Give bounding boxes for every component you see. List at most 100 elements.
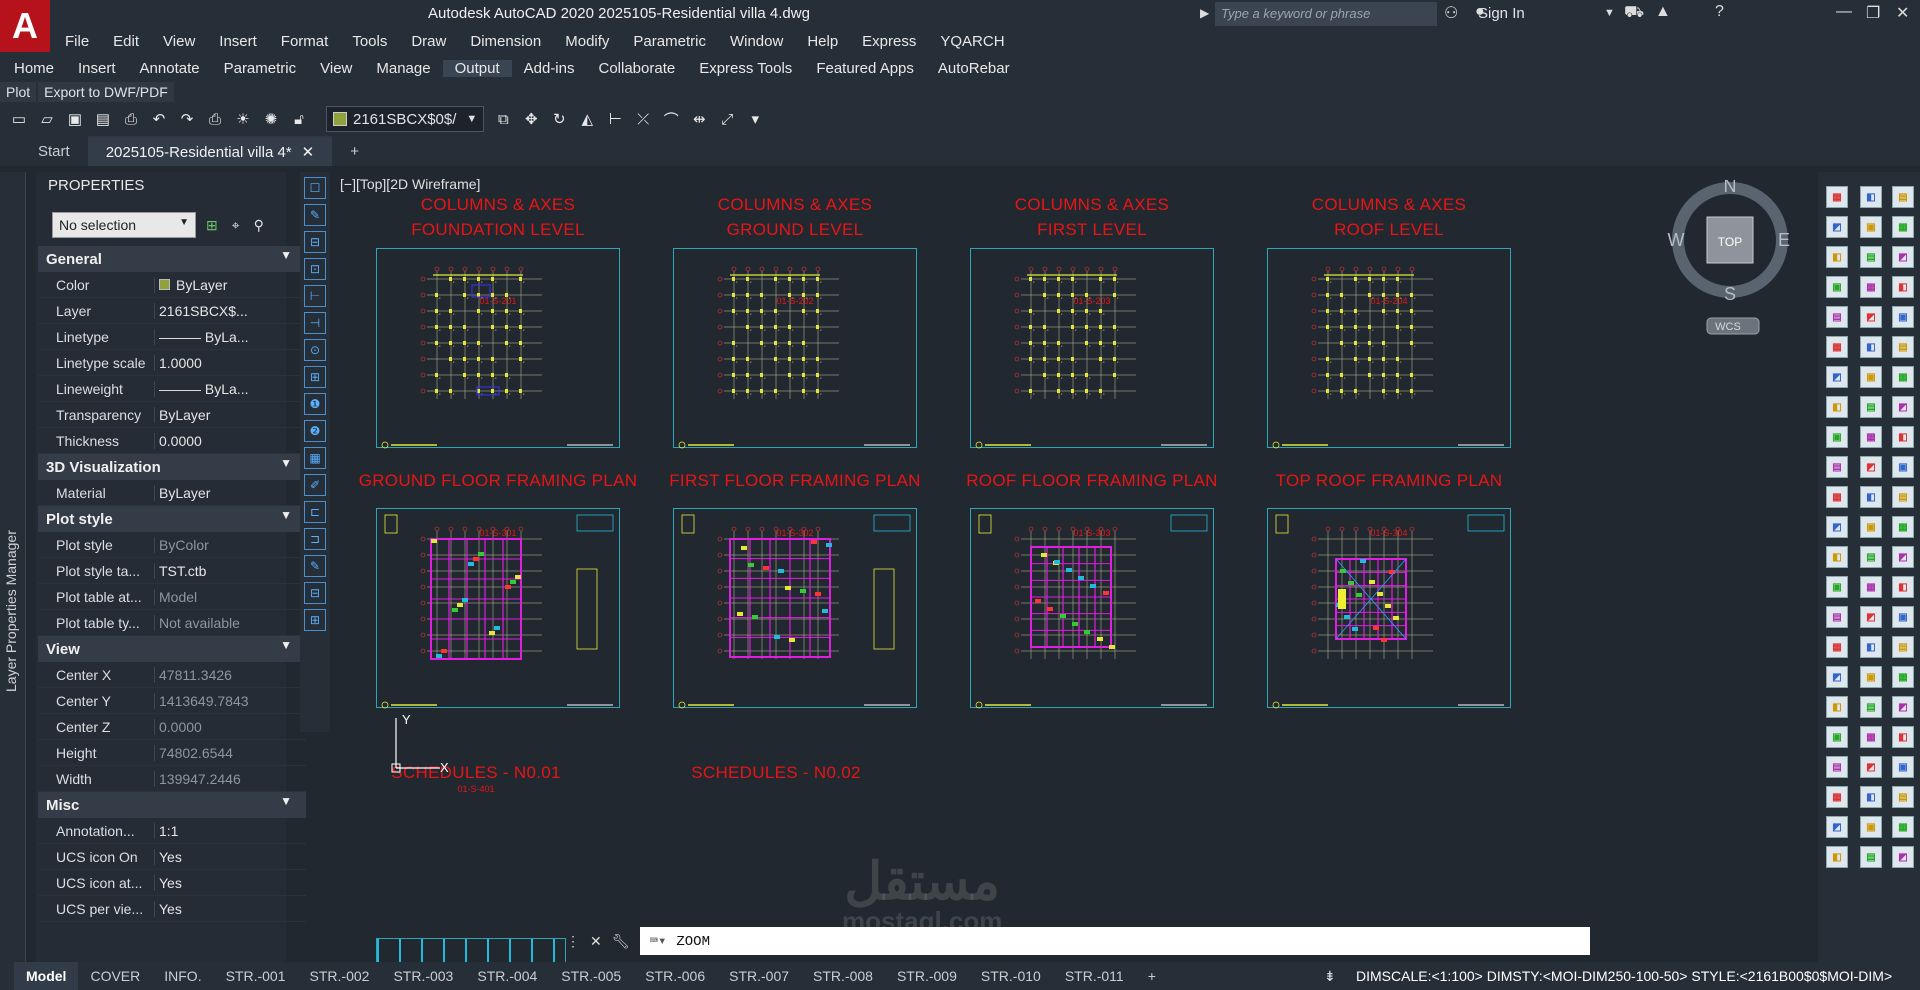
custom-tool-icon[interactable]: ◩: [1860, 456, 1882, 478]
property-value[interactable]: ByLayer: [154, 406, 306, 423]
ribbon-tab-output[interactable]: Output: [442, 59, 512, 77]
menu-tools[interactable]: Tools: [340, 33, 399, 50]
custom-tool-icon[interactable]: ◧: [1826, 846, 1848, 868]
print-icon[interactable]: ⎙: [120, 108, 142, 130]
property-value[interactable]: ByColor: [154, 536, 306, 553]
custom-tool-icon[interactable]: ▤: [1892, 486, 1914, 508]
custom-tool-icon[interactable]: ◩: [1860, 606, 1882, 628]
plot-icon[interactable]: ⎙: [204, 108, 226, 130]
command-grip[interactable]: ⋮: [566, 933, 580, 950]
sheet-frame[interactable]: [970, 508, 1214, 709]
vertical-tool-icon[interactable]: ❶: [304, 393, 326, 415]
tab-start[interactable]: Start: [20, 136, 88, 166]
property-layer[interactable]: Layer 2161SBCX$...: [38, 298, 306, 324]
layout-tab-str-007[interactable]: STR.-007: [717, 962, 801, 990]
minimize-icon[interactable]: —: [1836, 3, 1852, 21]
tab-drawing[interactable]: 2025105-Residential villa 4* ✕: [87, 136, 333, 166]
property-value[interactable]: Yes: [154, 848, 306, 865]
menu-window[interactable]: Window: [718, 33, 795, 50]
custom-tool-icon[interactable]: ▦: [1860, 426, 1882, 448]
autodesk-a360-icon[interactable]: ▲: [1655, 3, 1671, 21]
custom-tool-icon[interactable]: ◧: [1860, 486, 1882, 508]
property-ucs-icon-on[interactable]: UCS icon On Yes: [38, 844, 306, 870]
vertical-tool-icon[interactable]: ⊟: [304, 231, 326, 253]
property-linetype-scale[interactable]: Linetype scale 1.0000: [38, 350, 306, 376]
vertical-tool-icon[interactable]: ❷: [304, 420, 326, 442]
add-layout-button[interactable]: +: [1136, 962, 1168, 990]
custom-tool-icon[interactable]: ◩: [1892, 696, 1914, 718]
vertical-tool-icon[interactable]: ⊟: [304, 582, 326, 604]
property-center-y[interactable]: Center Y 1413649.7843: [38, 688, 306, 714]
command-input[interactable]: ⌨▾ ZOOM: [639, 927, 1590, 955]
sheet-frame[interactable]: [673, 508, 917, 709]
custom-tool-icon[interactable]: ▤: [1892, 336, 1914, 358]
custom-tool-icon[interactable]: ◩: [1892, 546, 1914, 568]
custom-tool-icon[interactable]: ▤: [1826, 306, 1848, 328]
custom-tool-icon[interactable]: ▣: [1892, 456, 1914, 478]
chevron-down-icon[interactable]: ▼: [1604, 7, 1615, 19]
property-value[interactable]: 1413649.7843: [154, 692, 306, 709]
property-value[interactable]: 139947.2446: [154, 770, 306, 787]
layout-tab-str-010[interactable]: STR.-010: [969, 962, 1053, 990]
collapse-chevron-icon[interactable]: ▼: [280, 794, 292, 808]
custom-tool-icon[interactable]: ▦: [1826, 186, 1848, 208]
ribbon-tab-parametric[interactable]: Parametric: [212, 60, 309, 77]
open-folder-icon[interactable]: ▱: [36, 108, 58, 130]
custom-tool-icon[interactable]: ▦: [1826, 486, 1848, 508]
sheet-frame[interactable]: c c c c c c c c c c c c c c c c c c c c c c c c c c c c c c c c c c c c c c c c…: [1267, 248, 1511, 449]
menu-yqarch[interactable]: YQARCH: [928, 33, 1016, 50]
schedule-table[interactable]: [376, 938, 566, 962]
custom-tool-icon[interactable]: ◩: [1892, 246, 1914, 268]
custom-tool-icon[interactable]: ▦: [1826, 786, 1848, 808]
undo-icon[interactable]: ↶: [148, 108, 170, 130]
property-value[interactable]: 2161SBCX$...: [154, 302, 306, 319]
property-lineweight[interactable]: Lineweight ——— ByLa...: [38, 376, 306, 402]
property-value[interactable]: ByLayer: [154, 484, 306, 501]
property-color[interactable]: Color ByLayer: [38, 272, 306, 298]
layout-tab-str-008[interactable]: STR.-008: [801, 962, 885, 990]
custom-tool-icon[interactable]: ▦: [1892, 516, 1914, 538]
property-annotation[interactable]: Annotation... 1:1: [38, 818, 306, 844]
sheet-frame[interactable]: c c c c c c c c c c c c c c c c c c c c c c c c c c c c c c c c c c c c c c c c…: [970, 248, 1214, 449]
status-menu-icon[interactable]: ⇟: [1324, 968, 1336, 985]
ribbon-tab-annotate[interactable]: Annotate: [128, 60, 212, 77]
dimension-icon[interactable]: ⊢: [604, 108, 626, 130]
menu-format[interactable]: Format: [269, 33, 341, 50]
custom-tool-icon[interactable]: ◩: [1826, 216, 1848, 238]
ribbon-tab-manage[interactable]: Manage: [364, 60, 442, 77]
panel-plot[interactable]: Plot: [0, 82, 37, 102]
select-objects-icon[interactable]: ⌖: [232, 217, 240, 234]
layer-properties-manager-label[interactable]: Layer Properties Manager: [3, 530, 19, 692]
collapse-chevron-icon[interactable]: ▼: [280, 248, 292, 262]
layout-tab-model[interactable]: Model: [14, 962, 79, 990]
new-file-icon[interactable]: ▭: [8, 108, 30, 130]
layout-tab-str-009[interactable]: STR.-009: [885, 962, 969, 990]
save-icon[interactable]: ▣: [64, 108, 86, 130]
toggle-pickadd-icon[interactable]: ⊞: [206, 217, 218, 234]
command-line[interactable]: ⋮ ✕ 🔧︎ ⌨▾ ZOOM: [566, 926, 1590, 956]
fillet-icon[interactable]: ⌒: [660, 108, 682, 130]
custom-tool-icon[interactable]: ▣: [1860, 816, 1882, 838]
custom-tool-icon[interactable]: ▣: [1860, 216, 1882, 238]
property-value[interactable]: 1.0000: [154, 354, 306, 371]
drawing-canvas[interactable]: [−][Top][2D Wireframe] COLUMNS & AXES FOU…: [334, 172, 1814, 962]
search-input[interactable]: Type a keyword or phrase: [1215, 2, 1437, 26]
property-transparency[interactable]: Transparency ByLayer: [38, 402, 306, 428]
property-ucs-per-vie[interactable]: UCS per vie... Yes: [38, 896, 306, 922]
stretch-icon[interactable]: ⇹: [688, 108, 710, 130]
sheet-frame[interactable]: c c c c c c c c c c c c c c c c c c c c c c c c c c c c c c c c c c c c c c c c…: [673, 248, 917, 449]
close-tab-icon[interactable]: ✕: [302, 143, 315, 161]
custom-tool-icon[interactable]: ▤: [1860, 246, 1882, 268]
custom-tool-icon[interactable]: ▤: [1892, 786, 1914, 808]
layout-tab-info[interactable]: INFO.: [152, 962, 213, 990]
custom-tool-icon[interactable]: ◩: [1860, 756, 1882, 778]
property-center-z[interactable]: Center Z 0.0000: [38, 714, 306, 740]
section-plot-style[interactable]: Plot style ▼: [38, 506, 306, 532]
search-arrow-icon[interactable]: ▶: [1200, 6, 1209, 20]
layout-tab-str-004[interactable]: STR.-004: [465, 962, 549, 990]
property-center-x[interactable]: Center X 47811.3426: [38, 662, 306, 688]
custom-tool-icon[interactable]: ▣: [1860, 666, 1882, 688]
ribbon-tab-featured-apps[interactable]: Featured Apps: [804, 60, 926, 77]
custom-tool-icon[interactable]: ▦: [1860, 726, 1882, 748]
custom-tool-icon[interactable]: ▤: [1826, 756, 1848, 778]
